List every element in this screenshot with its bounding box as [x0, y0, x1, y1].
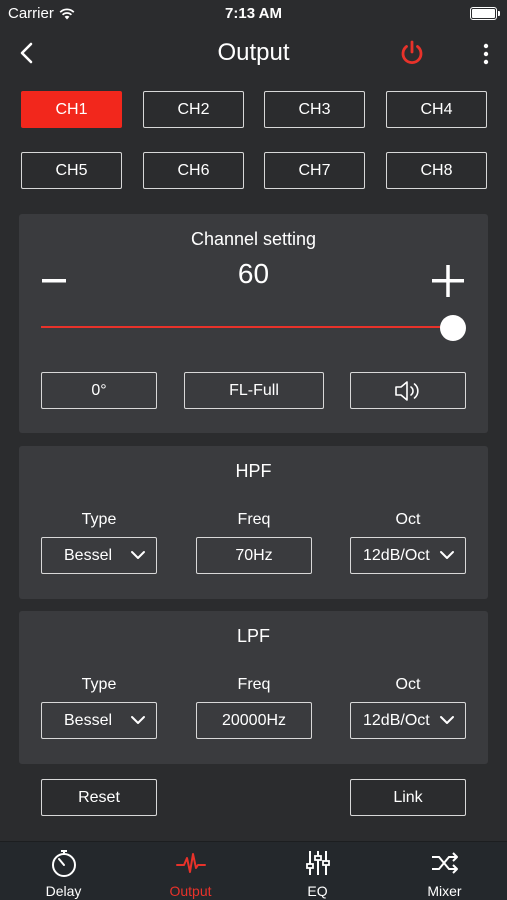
- tab-mixer[interactable]: Mixer: [381, 842, 507, 900]
- tab-output[interactable]: Output: [127, 842, 254, 900]
- volume-slider-knob[interactable]: [440, 315, 466, 341]
- lpf-title: LPF: [236, 626, 270, 646]
- hpf-oct-label: Oct: [395, 511, 421, 528]
- lpf-type-select[interactable]: Bessel: [41, 702, 157, 739]
- lpf-type-value: Bessel: [64, 711, 113, 729]
- chevron-down-icon: [440, 716, 454, 724]
- speaker-icon: [395, 380, 419, 401]
- hpf-type-select[interactable]: Bessel: [41, 537, 157, 574]
- phase-button[interactable]: 0°: [41, 372, 157, 409]
- hpf-freq-label: Freq: [237, 511, 271, 528]
- channel-button-ch7[interactable]: CH7: [264, 152, 365, 189]
- hpf-freq-field[interactable]: 70Hz: [196, 537, 312, 574]
- tab-label: Delay: [45, 883, 82, 899]
- tab-eq[interactable]: EQ: [254, 842, 381, 900]
- tab-label: EQ: [307, 883, 328, 899]
- reset-button[interactable]: Reset: [41, 779, 157, 816]
- status-time: 7:13 AM: [225, 5, 282, 22]
- channel-button-ch4[interactable]: CH4: [386, 91, 487, 128]
- plus-icon[interactable]: [432, 265, 464, 297]
- hpf-oct-select[interactable]: 12dB/Oct: [350, 537, 466, 574]
- page-title: Output: [217, 39, 290, 66]
- channel-button-ch6[interactable]: CH6: [143, 152, 244, 189]
- more-options-icon[interactable]: [476, 40, 496, 68]
- chevron-down-icon: [131, 716, 145, 724]
- volume-value: 60: [237, 258, 270, 289]
- speaker-position-button[interactable]: FL-Full: [184, 372, 324, 409]
- channel-button-ch8[interactable]: CH8: [386, 152, 487, 189]
- chevron-down-icon: [131, 551, 145, 559]
- tab-label: Output: [169, 883, 212, 899]
- mute-button[interactable]: [350, 372, 466, 409]
- volume-slider-track[interactable]: [41, 326, 453, 328]
- lpf-oct-label: Oct: [395, 676, 421, 693]
- lpf-freq-field[interactable]: 20000Hz: [196, 702, 312, 739]
- navigation-bar: Output: [0, 28, 507, 78]
- hpf-title: HPF: [235, 461, 272, 481]
- power-icon[interactable]: [398, 38, 426, 68]
- channel-button-ch3[interactable]: CH3: [264, 91, 365, 128]
- status-bar: Carrier 7:13 AM: [0, 0, 507, 28]
- stopwatch-icon: [52, 850, 76, 877]
- tab-bar: Delay Output EQ Mixer: [0, 841, 507, 900]
- channel-setting-title: Channel setting: [190, 229, 317, 249]
- lpf-freq-label: Freq: [237, 676, 271, 693]
- sliders-icon: [306, 851, 330, 875]
- link-button[interactable]: Link: [350, 779, 466, 816]
- tab-label: Mixer: [427, 883, 462, 899]
- channel-button-ch1[interactable]: CH1: [21, 91, 122, 128]
- lpf-oct-select[interactable]: 12dB/Oct: [350, 702, 466, 739]
- lpf-oct-value: 12dB/Oct: [363, 711, 430, 729]
- hpf-type-label: Type: [81, 511, 117, 528]
- channel-button-ch2[interactable]: CH2: [143, 91, 244, 128]
- lpf-type-label: Type: [81, 676, 117, 693]
- tab-delay[interactable]: Delay: [0, 842, 127, 900]
- battery-icon: [470, 7, 500, 20]
- channel-button-ch5[interactable]: CH5: [21, 152, 122, 189]
- hpf-oct-value: 12dB/Oct: [363, 546, 430, 564]
- waveform-icon: [176, 853, 206, 873]
- chevron-down-icon: [440, 551, 454, 559]
- crossover-arrows-icon: [432, 852, 458, 874]
- hpf-type-value: Bessel: [64, 546, 113, 564]
